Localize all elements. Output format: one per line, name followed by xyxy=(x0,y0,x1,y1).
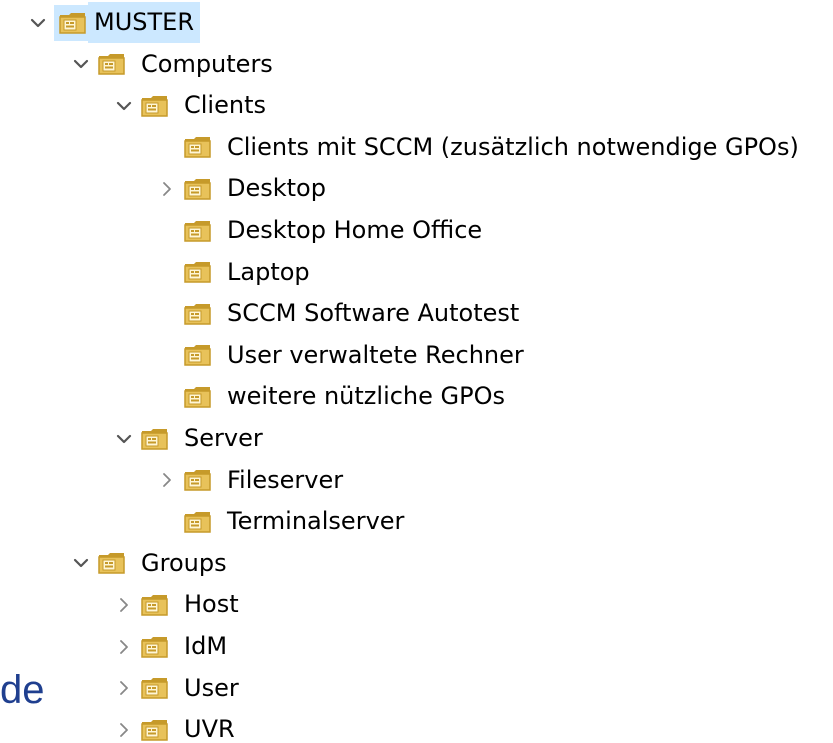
tree-node-label: Desktop xyxy=(227,174,326,203)
organizational-unit-icon xyxy=(140,426,170,452)
tree-node-groups[interactable]: Groups xyxy=(65,543,231,584)
organizational-unit-icon xyxy=(140,93,170,119)
selection-highlight[interactable]: MUSTER xyxy=(54,2,201,43)
organizational-unit-icon xyxy=(183,384,213,410)
chevron-down-icon[interactable] xyxy=(108,418,140,459)
tree-node-user[interactable]: User xyxy=(108,668,243,709)
organizational-unit-icon xyxy=(183,134,213,160)
organizational-unit-icon xyxy=(140,675,170,701)
tree-node-label: UVR xyxy=(184,715,235,743)
chevron-down-icon[interactable] xyxy=(65,44,97,85)
organizational-unit-icon xyxy=(183,301,213,327)
tree-node-desktop[interactable]: Desktop xyxy=(151,168,330,209)
toggle-spacer xyxy=(151,376,183,417)
organizational-unit-icon xyxy=(97,550,127,576)
tree-node-terminalserver[interactable]: Terminalserver xyxy=(151,501,408,542)
tree-node-clients-mit-sccm-zusätzlich-notwendige-gpos[interactable]: Clients mit SCCM (zusätzlich notwendige … xyxy=(151,127,803,168)
tree-node-host[interactable]: Host xyxy=(108,584,243,625)
chevron-right-icon[interactable] xyxy=(108,668,140,709)
tree-node-clients[interactable]: Clients xyxy=(108,85,270,126)
organizational-unit-icon xyxy=(183,176,213,202)
tree-node-laptop[interactable]: Laptop xyxy=(151,252,314,293)
tree-node-server[interactable]: Server xyxy=(108,418,267,459)
tree-node-label: IdM xyxy=(184,632,228,660)
tree-node-label: weitere nützliche GPOs xyxy=(227,382,506,411)
tree-node-label: User xyxy=(184,673,239,702)
chevron-down-icon[interactable] xyxy=(65,543,97,584)
organizational-unit-icon xyxy=(183,259,213,285)
partial-side-text: de xyxy=(0,668,45,712)
toggle-spacer xyxy=(151,335,183,376)
tree-node-label: Fileserver xyxy=(227,465,344,494)
organizational-unit-icon xyxy=(140,634,170,660)
chevron-down-icon[interactable] xyxy=(22,2,54,43)
organizational-unit-icon xyxy=(183,218,213,244)
toggle-spacer xyxy=(151,252,183,293)
chevron-down-icon[interactable] xyxy=(108,85,140,126)
chevron-right-icon[interactable] xyxy=(151,168,183,209)
toggle-spacer xyxy=(151,501,183,542)
tree-node-sccm-software-autotest[interactable]: SCCM Software Autotest xyxy=(151,293,523,334)
organizational-unit-icon xyxy=(183,467,213,493)
organizational-unit-icon xyxy=(97,51,127,77)
chevron-right-icon[interactable] xyxy=(108,584,140,625)
organizational-unit-icon xyxy=(183,509,213,535)
toggle-spacer xyxy=(151,127,183,168)
organizational-unit-icon xyxy=(140,592,170,618)
tree-node-idm[interactable]: IdM xyxy=(108,626,231,667)
chevron-right-icon[interactable] xyxy=(108,709,140,743)
organizational-unit-icon xyxy=(140,717,170,743)
tree-node-label: SCCM Software Autotest xyxy=(227,299,520,328)
tree-node-label: Clients mit SCCM (zusätzlich notwendige … xyxy=(227,132,799,161)
tree-node-muster[interactable]: MUSTER xyxy=(22,2,201,43)
toggle-spacer xyxy=(151,210,183,251)
organizational-unit-icon xyxy=(58,10,88,36)
tree-node-uvr[interactable]: UVR xyxy=(108,709,239,743)
tree-node-label: Host xyxy=(184,590,239,619)
gpo-tree-view: MUSTER Computers Clients Clients mit SCCM (… xyxy=(0,0,833,743)
tree-node-label: Laptop xyxy=(227,257,310,286)
tree-node-label: Desktop Home Office xyxy=(227,216,483,244)
tree-node-desktop-home-office[interactable]: Desktop Home Office xyxy=(151,210,486,251)
organizational-unit-icon xyxy=(183,342,213,368)
tree-node-weitere-nützliche-gpos[interactable]: weitere nützliche GPOs xyxy=(151,376,509,417)
tree-node-label: User verwaltete Rechner xyxy=(227,340,524,369)
tree-node-label: Server xyxy=(184,424,263,452)
tree-node-label: Clients xyxy=(184,91,266,120)
tree-node-computers[interactable]: Computers xyxy=(65,44,277,85)
tree-node-user-verwaltete-rechner[interactable]: User verwaltete Rechner xyxy=(151,335,528,376)
chevron-right-icon[interactable] xyxy=(151,460,183,501)
toggle-spacer xyxy=(151,293,183,334)
tree-node-fileserver[interactable]: Fileserver xyxy=(151,460,347,501)
tree-node-label: MUSTER xyxy=(88,2,201,43)
chevron-right-icon[interactable] xyxy=(108,626,140,667)
tree-node-label: Terminalserver xyxy=(227,507,405,536)
tree-node-label: Computers xyxy=(141,49,273,78)
tree-node-label: Groups xyxy=(141,548,227,577)
